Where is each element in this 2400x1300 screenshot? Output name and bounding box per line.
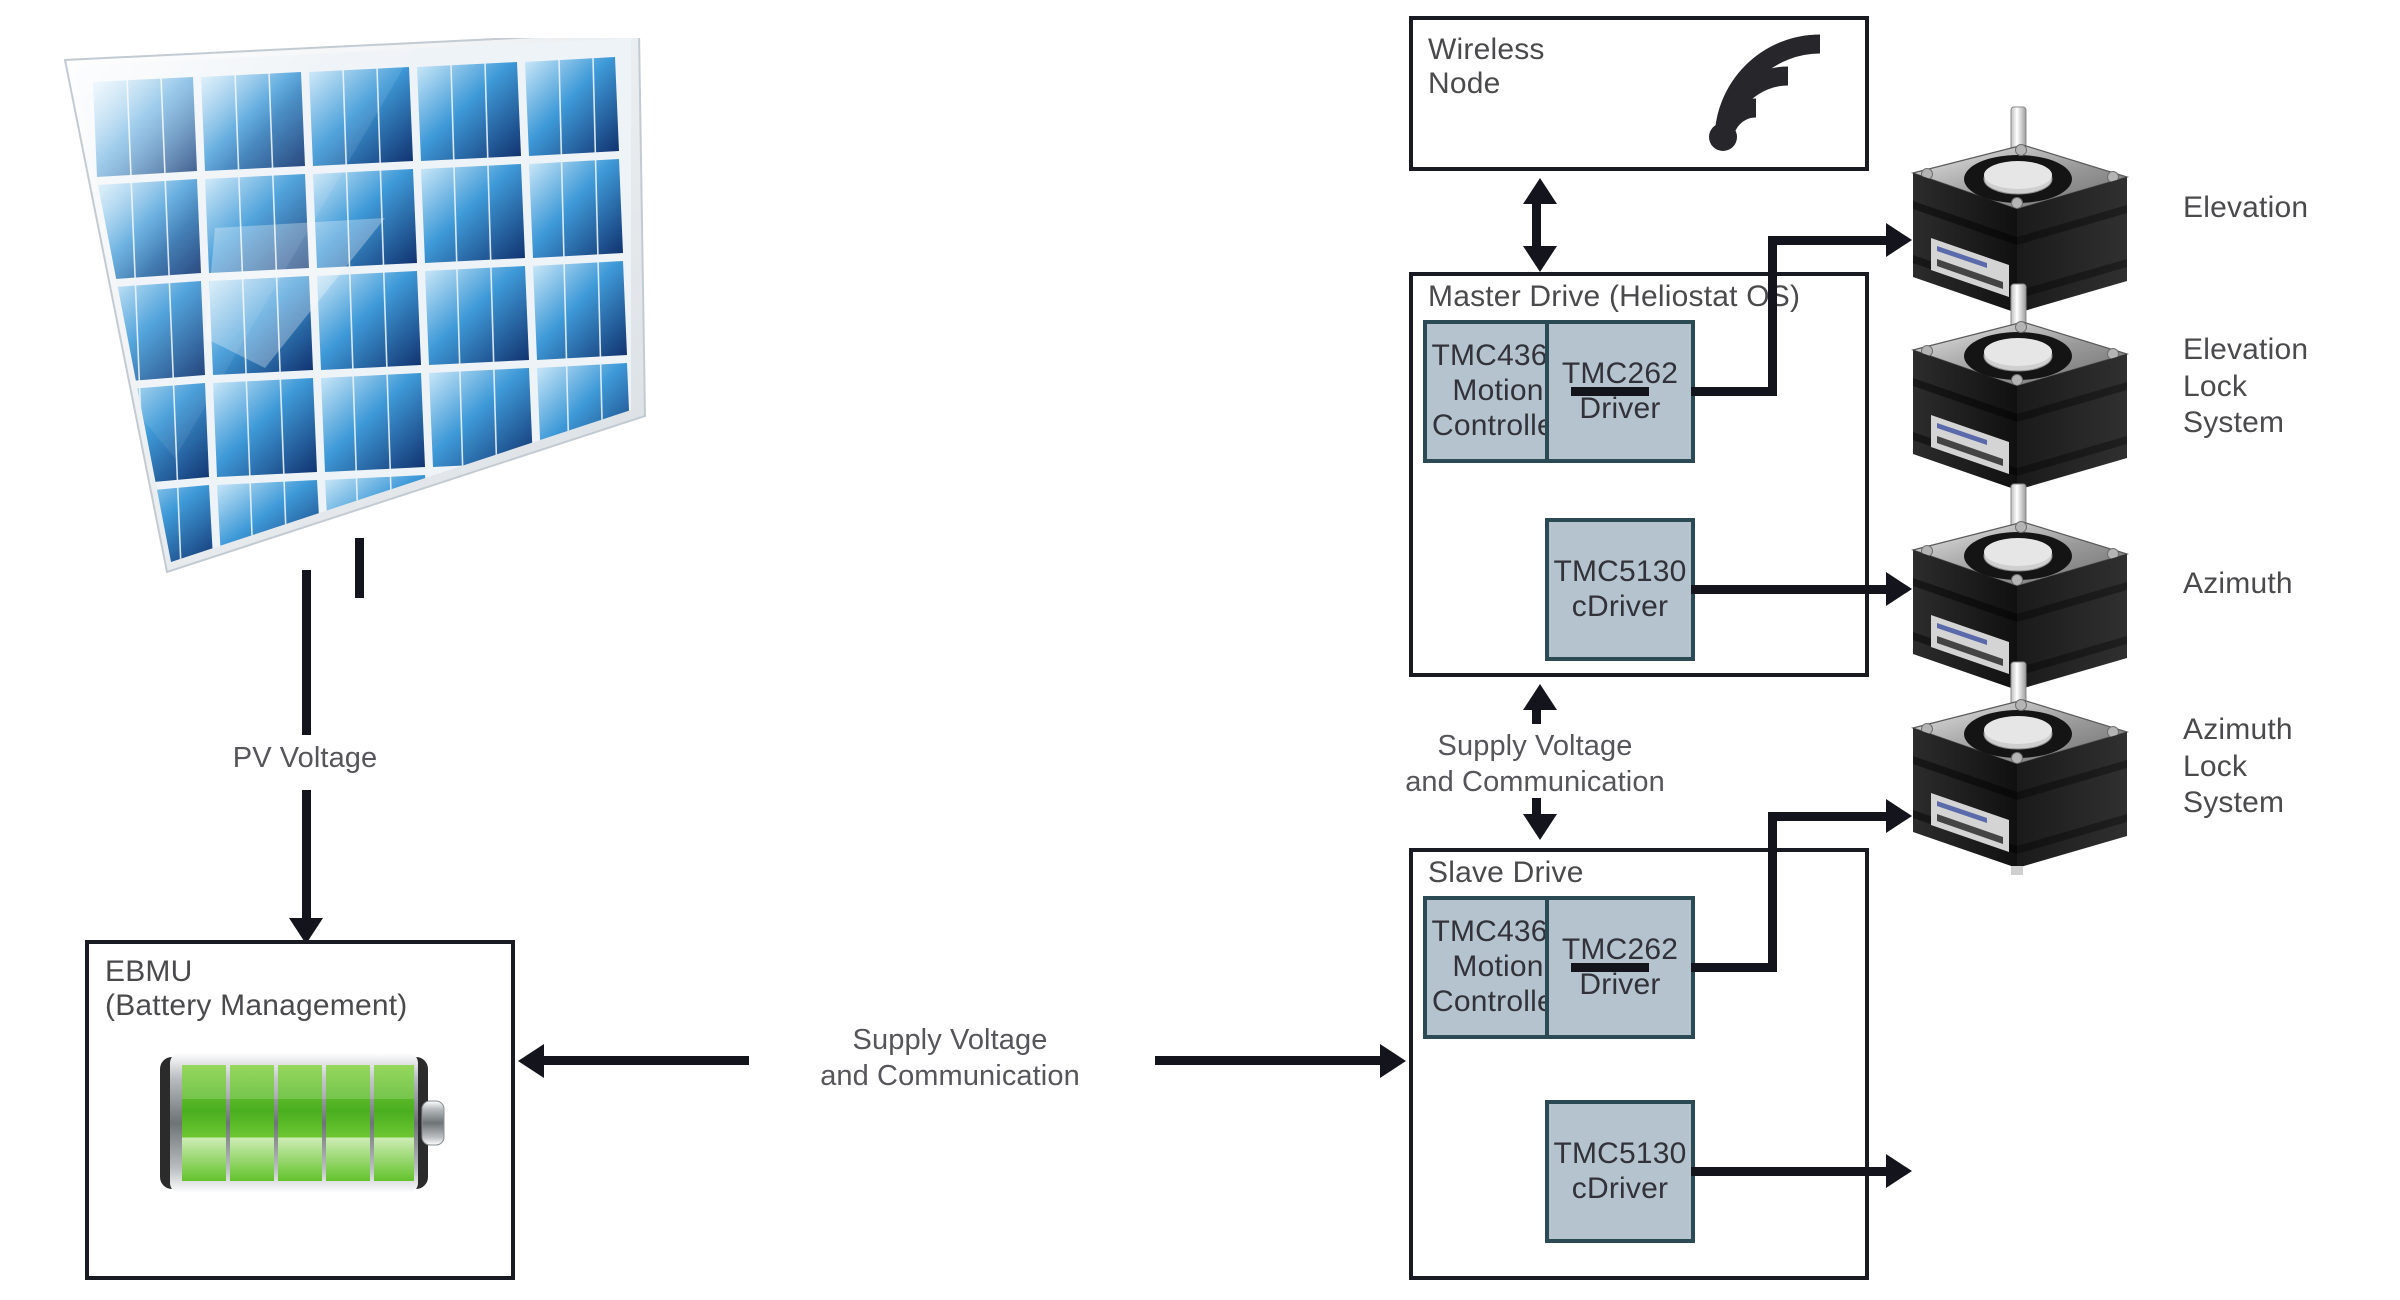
battery-icon <box>152 1043 452 1203</box>
supply-comm-left-arrowhead <box>518 1044 544 1078</box>
azimuth-motor-label: Azimuth <box>2183 567 2293 600</box>
azimuth-lock-motor-label: Azimuth Lock System <box>2183 713 2293 820</box>
master-slave-line-upper <box>1532 706 1541 724</box>
elevation-lock-motor-graphic <box>1905 282 2135 497</box>
slave-cdriver-chip[interactable]: TMC5130 cDriver <box>1545 1100 1695 1243</box>
wifi-signal-icon <box>1690 30 1840 155</box>
ebmu-block-title: EBMU (Battery Management) <box>105 955 408 1023</box>
wireless-master-arrowhead-up <box>1523 178 1557 204</box>
supply-comm-left-line <box>544 1056 749 1065</box>
slave-cdriver-motor-arrowhead <box>1886 1154 1912 1188</box>
solar-panel-graphic <box>55 30 655 598</box>
master-slave-arrowhead-down <box>1523 814 1557 840</box>
supply-comm-vertical-label: Supply Voltage and Communication <box>1405 730 1665 799</box>
pv-voltage-label: PV Voltage <box>232 742 378 774</box>
master-cdriver-chip[interactable]: TMC5130 cDriver <box>1545 518 1695 661</box>
azimuth-lock-motor-graphic <box>1905 660 2135 875</box>
elevation-motor-label: Elevation <box>2183 191 2309 224</box>
master-driver-motor-line-v <box>1768 236 1777 396</box>
pv-voltage-connector-upper <box>302 570 311 735</box>
slave-driver-motor-line-h1 <box>1691 963 1777 972</box>
master-internal-link <box>1571 387 1649 396</box>
slave-driver-motor-line-v <box>1768 812 1777 972</box>
pv-voltage-connector-lower <box>302 790 311 922</box>
master-cdriver-motor-line <box>1691 585 1889 594</box>
slave-driver-motor-line-h2 <box>1768 812 1889 821</box>
supply-comm-horizontal-label: Supply Voltage and Communication <box>820 1024 1080 1093</box>
slave-drive-title: Slave Drive <box>1428 856 1584 889</box>
supply-comm-right-arrowhead <box>1380 1044 1406 1078</box>
supply-comm-right-line <box>1155 1056 1380 1065</box>
wireless-master-arrowhead-down <box>1523 246 1557 272</box>
slave-cdriver-motor-line <box>1691 1167 1889 1176</box>
wireless-node-title: Wireless Node <box>1428 33 1545 101</box>
wireless-master-line <box>1532 202 1541 248</box>
master-driver-motor-line-h2 <box>1768 236 1889 245</box>
slave-internal-link <box>1571 963 1649 972</box>
elevation-lock-motor-label: Elevation Lock System <box>2183 333 2309 440</box>
master-driver-motor-line-h1 <box>1691 387 1777 396</box>
master-drive-title: Master Drive (Heliostat OS) <box>1428 280 1801 313</box>
